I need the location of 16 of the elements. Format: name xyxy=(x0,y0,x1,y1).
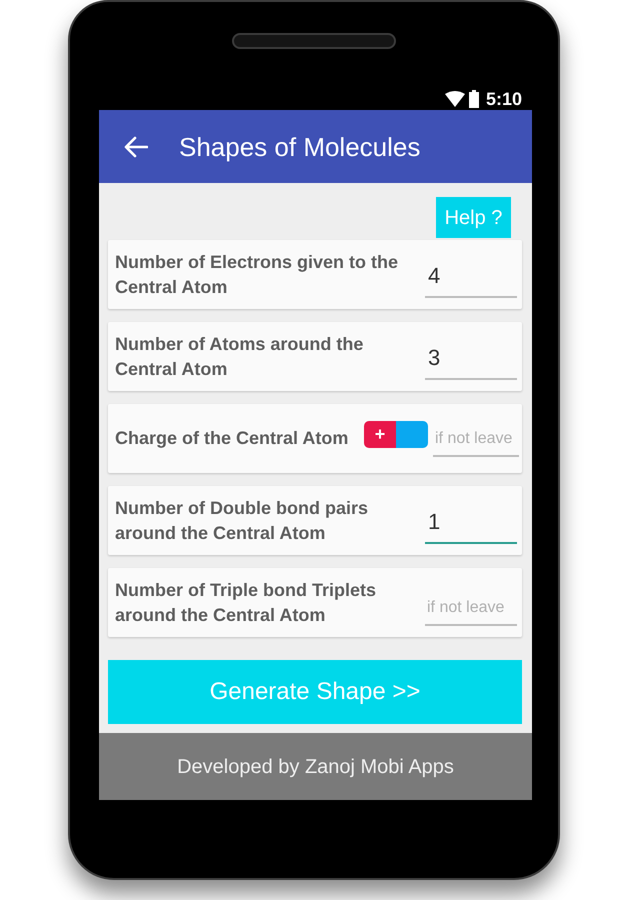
field-label: Number of Electrons given to the Central Atom xyxy=(115,250,400,298)
wifi-icon xyxy=(444,91,465,107)
back-arrow-icon xyxy=(124,136,148,158)
field-label: Number of Double bond pairs around the Central Atom xyxy=(115,496,370,544)
number-input[interactable]: 4 xyxy=(425,256,517,298)
number-input[interactable]: 1 xyxy=(425,502,517,544)
app-title: Shapes of Molecules xyxy=(179,130,420,162)
field-label: Number of Triple bond Triplets around the Central Atom xyxy=(115,578,378,626)
footer-text: Developed by Zanoj Mobi Apps xyxy=(177,754,454,780)
field-label: Number of Atoms around the Central Atom xyxy=(115,332,364,380)
field-label: Charge of the Central Atom xyxy=(115,427,348,450)
number-input[interactable]: 3 xyxy=(425,338,517,380)
battery-icon xyxy=(468,90,479,108)
text-input[interactable]: if not leave xyxy=(433,423,519,457)
status-time: 5:10 xyxy=(486,88,522,110)
text-input[interactable]: if not leave xyxy=(425,592,517,626)
